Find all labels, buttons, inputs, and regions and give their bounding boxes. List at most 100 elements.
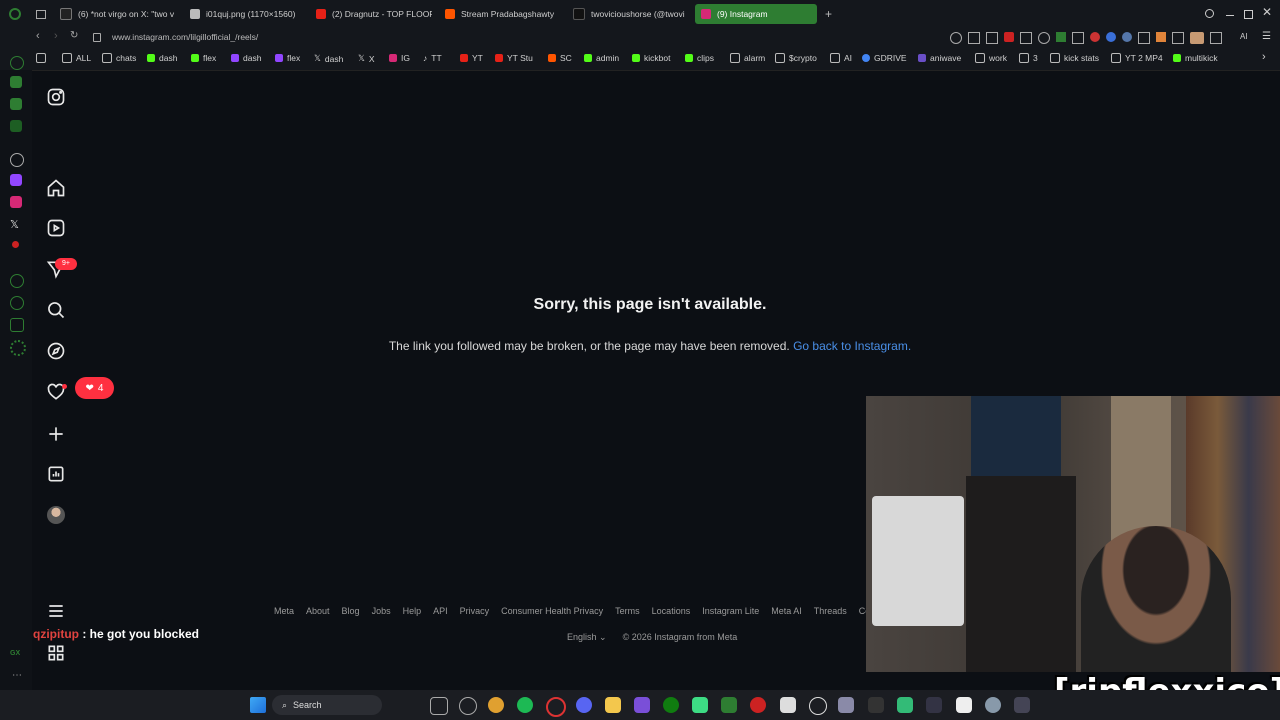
bookmark[interactable]: ALL	[62, 53, 91, 63]
bookmark[interactable]: YT 2 MP4	[1111, 53, 1163, 63]
bookmark[interactable]: alarm	[730, 53, 765, 63]
bookmark[interactable]: SC	[548, 53, 572, 63]
bookmark[interactable]: GDRIVE	[862, 53, 907, 63]
also-from-meta-icon[interactable]	[45, 642, 67, 664]
footer-link[interactable]: About	[306, 606, 330, 616]
maximize-icon[interactable]	[1244, 10, 1253, 19]
bookmark[interactable]: IG	[389, 53, 410, 63]
extension-icons[interactable]	[950, 32, 1240, 44]
instagram-logo-icon[interactable]	[45, 86, 67, 108]
calculator-icon[interactable]	[1014, 697, 1030, 713]
app-icon[interactable]	[897, 697, 913, 713]
bookmark[interactable]: work	[975, 53, 1007, 63]
ai-icon[interactable]: AI	[1240, 32, 1248, 41]
taskbar-search[interactable]: ⌕ Search	[272, 695, 382, 715]
tab-5-active[interactable]: (9) Instagram	[695, 4, 817, 24]
footer-link[interactable]: Jobs	[372, 606, 391, 616]
home-icon[interactable]	[45, 177, 67, 199]
android-icon[interactable]	[692, 697, 708, 713]
discord-icon[interactable]	[576, 697, 592, 713]
likes-popup[interactable]: ❤ 4	[75, 377, 114, 399]
bookmark[interactable]: admin	[584, 53, 619, 63]
minimize-icon[interactable]	[1226, 15, 1234, 16]
gx-cleaner-icon[interactable]	[10, 98, 22, 110]
windows-start-icon[interactable]	[250, 697, 266, 713]
footer-link[interactable]: Locations	[652, 606, 691, 616]
settings-icon[interactable]	[985, 697, 1001, 713]
bookmark-apps[interactable]	[36, 53, 46, 63]
footer-link[interactable]: Help	[403, 606, 422, 616]
refresh-icon[interactable]	[10, 56, 24, 70]
footer-link[interactable]: Instagram Lite	[702, 606, 759, 616]
app-icon[interactable]	[780, 697, 796, 713]
dashboard-icon[interactable]	[45, 463, 67, 485]
task-view-icon[interactable]	[430, 697, 448, 715]
record-icon[interactable]	[750, 697, 766, 713]
tab-manager-icon[interactable]	[36, 10, 46, 19]
instagram-icon[interactable]	[10, 196, 22, 208]
more-menu-icon[interactable]	[45, 600, 67, 622]
bookmark[interactable]: kick stats	[1050, 53, 1099, 63]
footer-link[interactable]: Meta	[274, 606, 294, 616]
x-icon[interactable]: 𝕏	[10, 218, 19, 231]
xbox-icon[interactable]	[663, 697, 679, 713]
bookmark[interactable]: chats	[102, 53, 136, 63]
chatgpt-icon[interactable]	[10, 153, 24, 167]
bookmark[interactable]: YT Stu	[495, 53, 533, 63]
app-icon[interactable]	[634, 697, 650, 713]
search-tabs-icon[interactable]	[1205, 9, 1214, 18]
new-tab-button[interactable]: +	[825, 7, 832, 21]
tab-4[interactable]: twovicioushorse (@twovic	[573, 4, 685, 24]
url-field[interactable]: www.instagram.com/lilgillofficial_/reels…	[112, 32, 258, 42]
bookmark[interactable]: dash	[231, 53, 261, 63]
create-icon[interactable]	[45, 423, 67, 445]
menu-icon[interactable]: ☰	[1262, 31, 1271, 42]
bookmark[interactable]: clips	[685, 53, 714, 63]
player-icon[interactable]	[10, 274, 24, 288]
bookmark[interactable]: $crypto	[775, 53, 817, 63]
avatar[interactable]	[47, 506, 65, 524]
audio-icon[interactable]	[868, 697, 884, 713]
bookmark[interactable]: YT	[460, 53, 483, 63]
twitch-icon[interactable]	[10, 174, 22, 186]
record-icon[interactable]	[12, 241, 19, 248]
tab-3[interactable]: Stream Pradabagshawty	[445, 4, 561, 24]
close-icon[interactable]: ✕	[1262, 5, 1272, 19]
forward-icon[interactable]: ›	[54, 30, 58, 42]
bookmark[interactable]: kickbot	[632, 53, 670, 63]
reload-icon[interactable]: ↻	[70, 30, 78, 41]
footer-link[interactable]: Blog	[342, 606, 360, 616]
bookmark[interactable]: dash	[147, 53, 177, 63]
footer-link[interactable]: Threads	[814, 606, 847, 616]
app-icon[interactable]	[838, 697, 854, 713]
footer-link[interactable]: Consumer Health Privacy	[501, 606, 603, 616]
footer-link[interactable]: Meta AI	[771, 606, 802, 616]
back-to-instagram-link[interactable]: Go back to Instagram.	[793, 339, 911, 353]
bookmark[interactable]: 𝕏X	[358, 53, 375, 64]
language-select[interactable]: English ⌄	[567, 632, 607, 643]
bookmark[interactable]: flex	[191, 53, 216, 63]
bookmark[interactable]: AI	[830, 53, 852, 63]
opera-icon[interactable]	[546, 697, 566, 717]
bookmark[interactable]: 3	[1019, 53, 1038, 63]
footer-link[interactable]: API	[433, 606, 448, 616]
gx-icon[interactable]: GX	[10, 650, 20, 657]
opera-logo-icon[interactable]	[9, 8, 21, 20]
chatgpt-icon[interactable]	[809, 697, 827, 715]
back-icon[interactable]: ‹	[36, 30, 40, 42]
more-icon[interactable]: ⋯	[12, 670, 22, 681]
extensions-icon[interactable]	[10, 318, 24, 332]
tab-2[interactable]: (2) Dragnutz - TOP FLOOR	[316, 4, 432, 24]
app-icon[interactable]	[721, 697, 737, 713]
spotify-icon[interactable]	[517, 697, 533, 713]
footer-link[interactable]: Privacy	[460, 606, 490, 616]
m-icon[interactable]	[10, 120, 22, 132]
chrome-icon[interactable]	[488, 697, 504, 713]
bookmark[interactable]: 𝕏dash	[314, 53, 343, 64]
capcut-icon[interactable]	[956, 697, 972, 713]
footer-link[interactable]: Terms	[615, 606, 640, 616]
settings-icon[interactable]	[459, 697, 477, 715]
tab-0[interactable]: (6) *not virgo on X: "two v	[60, 4, 176, 24]
gx-control-icon[interactable]	[10, 76, 22, 88]
more-bookmarks-icon[interactable]: ›	[1262, 51, 1266, 63]
